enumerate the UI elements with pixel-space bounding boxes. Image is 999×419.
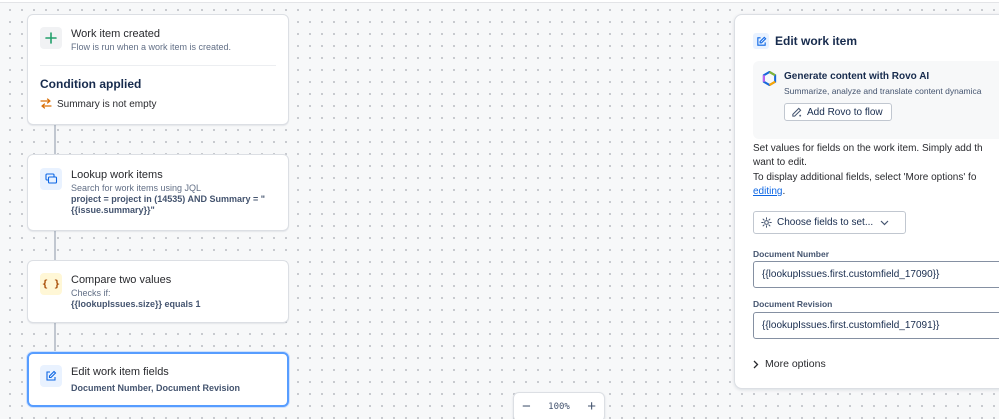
intro-line2: want to edit. [753, 157, 807, 168]
field-label-document-revision: Document Revision [753, 299, 833, 309]
trigger-subtitle: Flow is run when a work item is created. [71, 42, 232, 52]
chevron-down-icon [880, 220, 889, 226]
zoom-control: − 100% + [513, 392, 605, 419]
more-options-toggle[interactable]: More options [753, 358, 826, 370]
intro-period: . [782, 186, 786, 197]
zoom-out-button[interactable]: − [522, 399, 531, 414]
lookup-card[interactable]: Lookup work items Search for work items … [27, 154, 289, 231]
condition-text: Summary is not empty [57, 98, 157, 110]
compare-title: Compare two values [71, 274, 172, 286]
choose-fields-label: Choose fields to set... [777, 217, 874, 228]
choose-fields-dropdown[interactable]: Choose fields to set... [753, 211, 906, 234]
top-border [0, 0, 999, 3]
chevron-right-icon [753, 360, 759, 369]
intro-line1: Set values for fields on the work item. … [753, 143, 983, 154]
lookup-title: Lookup work items [71, 169, 163, 181]
editing-link[interactable]: editing [753, 186, 782, 197]
intro-line4: editing. [753, 185, 785, 198]
condition-title: Condition applied [40, 77, 142, 91]
flow-connector [54, 322, 56, 352]
edit-icon [40, 365, 62, 387]
search-items-icon [40, 168, 62, 190]
trigger-card[interactable]: Work item created Flow is run when a wor… [27, 14, 289, 125]
field-label-document-number: Document Number [753, 249, 830, 259]
rovo-logo-icon [762, 70, 777, 87]
add-rovo-label: Add Rovo to flow [807, 106, 883, 118]
trigger-title: Work item created [71, 28, 161, 40]
more-options-label: More options [765, 358, 826, 370]
lookup-query-line2: {{issue.summary}}" [71, 205, 155, 215]
lookup-query-line1: project = project in (14535) AND Summary… [71, 194, 265, 204]
document-revision-input[interactable]: {{lookupIssues.first.customfield_17091}} [753, 312, 999, 339]
compare-card[interactable]: { } Compare two values Checks if: {{look… [27, 260, 289, 323]
compare-detail: {{lookupIssues.size}} equals 1 [71, 299, 201, 309]
zoom-level: 100% [548, 402, 570, 412]
plus-icon [40, 27, 62, 49]
braces-icon: { } [40, 273, 62, 295]
rovo-title: Generate content with Rovo AI [784, 71, 930, 82]
zoom-in-button[interactable]: + [587, 399, 596, 414]
sparkle-pencil-icon [791, 107, 802, 118]
intro-line3: To display additional fields, select 'Mo… [753, 172, 977, 183]
compare-subtitle: Checks if: [71, 288, 111, 298]
rovo-description: Summarize, analyze and translate content… [784, 86, 982, 96]
rovo-promo: Generate content with Rovo AI Summarize,… [753, 61, 999, 139]
lookup-subtitle: Search for work items using JQL [71, 183, 202, 193]
swap-arrows-icon [40, 98, 53, 110]
edit-icon [753, 33, 769, 49]
edit-title: Edit work item fields [71, 366, 169, 378]
add-rovo-button[interactable]: Add Rovo to flow [784, 103, 892, 121]
edit-work-item-panel: Edit work item Generate content with Rov… [734, 14, 999, 389]
flow-connector [54, 230, 56, 260]
edit-detail: Document Number, Document Revision [71, 383, 241, 393]
gear-icon [761, 217, 772, 228]
document-number-input[interactable]: {{lookupIssues.first.customfield_17090}} [753, 261, 999, 288]
panel-title: Edit work item [775, 34, 858, 48]
flow-connector [54, 124, 56, 154]
edit-fields-card[interactable]: Edit work item fields Document Number, D… [27, 352, 289, 407]
